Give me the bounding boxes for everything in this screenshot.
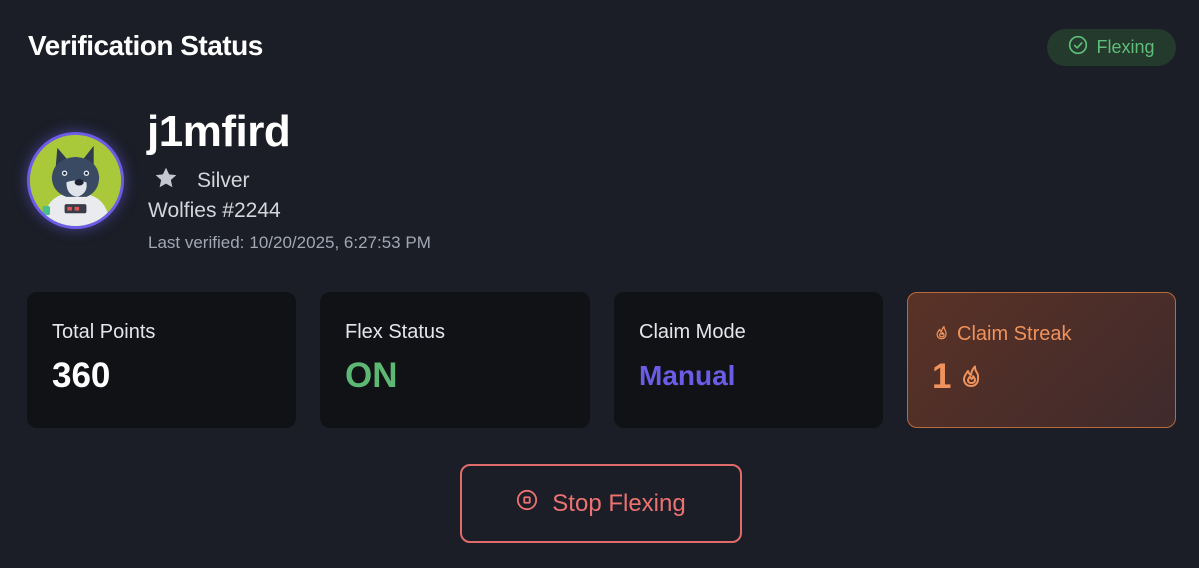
avatar (27, 132, 124, 229)
stop-flexing-button[interactable]: Stop Flexing (460, 464, 742, 543)
total-points-card: Total Points 360 (27, 292, 296, 428)
flame-icon (959, 357, 983, 397)
total-points-value: 360 (52, 356, 111, 395)
tier-label: Silver (197, 169, 250, 192)
claim-mode-value: Manual (639, 360, 736, 391)
check-circle-icon (1068, 35, 1088, 60)
flex-status-card: Flex Status ON (320, 292, 590, 428)
status-badge: Flexing (1047, 29, 1176, 66)
last-verified-value: 10/20/2025, 6:27:53 PM (249, 233, 431, 252)
stop-circle-icon (516, 489, 538, 518)
claim-mode-card: Claim Mode Manual (614, 292, 883, 428)
page-title: Verification Status (28, 30, 263, 61)
claim-mode-label: Claim Mode (639, 321, 746, 343)
username: j1mfird (147, 107, 291, 156)
nft-collection: Wolfies #2244 (148, 199, 281, 222)
claim-streak-card: Claim Streak 1 (907, 292, 1176, 428)
flex-status-value: ON (345, 356, 398, 395)
stop-flexing-label: Stop Flexing (552, 489, 686, 517)
last-verified: Last verified: 10/20/2025, 6:27:53 PM (148, 233, 431, 253)
claim-streak-value: 1 (932, 357, 952, 396)
star-icon (153, 165, 179, 197)
flame-icon (934, 323, 949, 346)
claim-streak-label: Claim Streak (957, 323, 1072, 345)
flex-status-label: Flex Status (345, 321, 446, 343)
tier-badge: Silver (153, 165, 250, 197)
last-verified-label: Last verified: (148, 233, 245, 252)
total-points-label: Total Points (52, 321, 156, 343)
status-badge-label: Flexing (1096, 37, 1155, 57)
